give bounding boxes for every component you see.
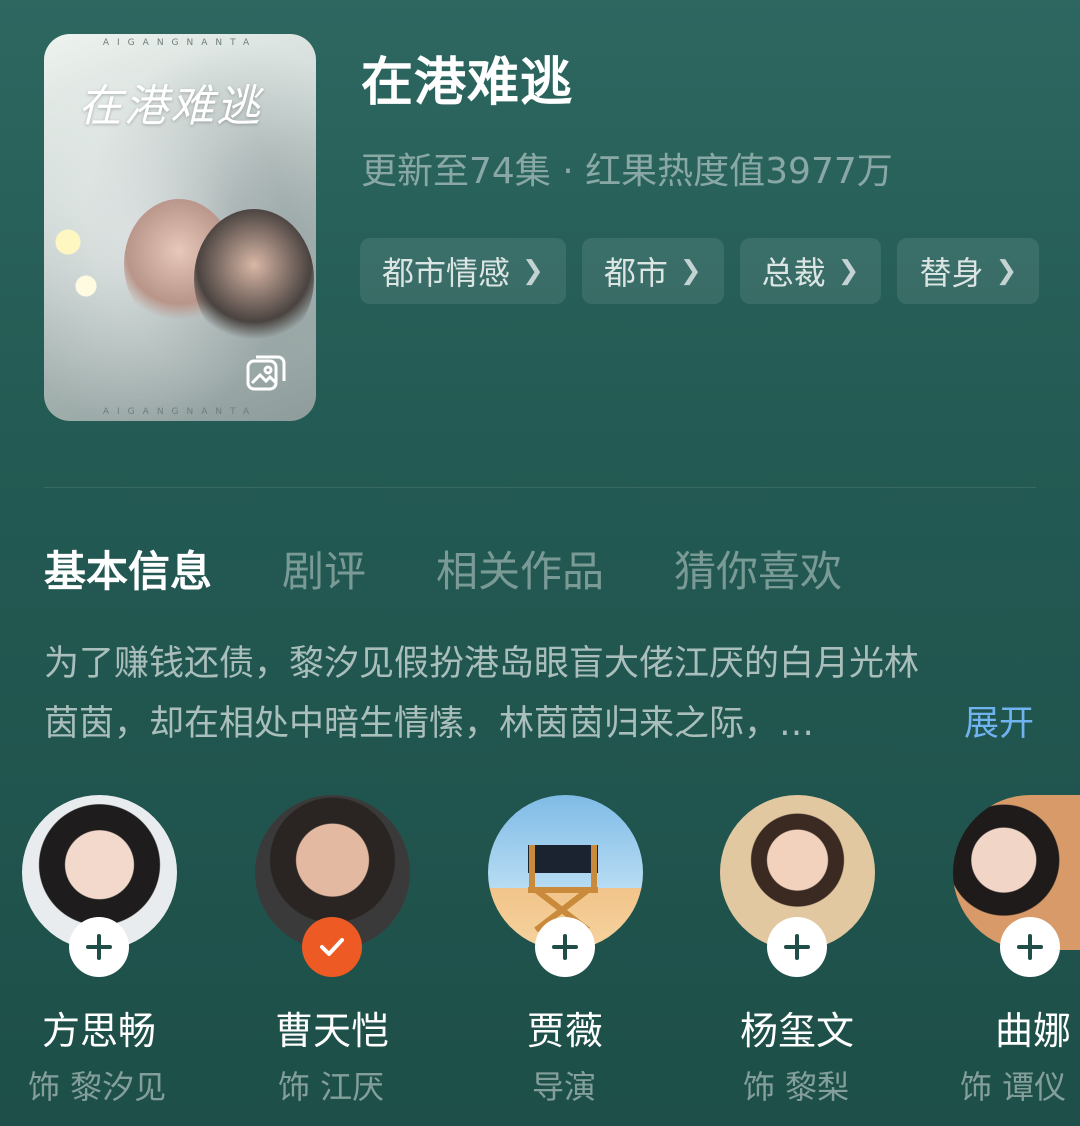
tag-label: 替身 xyxy=(919,254,984,292)
chevron-right-icon: ❯ xyxy=(995,256,1018,286)
gallery-icon[interactable] xyxy=(244,351,288,395)
poster-flowers xyxy=(50,209,110,319)
tag-chip[interactable]: 总裁 ❯ xyxy=(739,238,882,304)
plus-icon xyxy=(86,934,112,960)
drama-poster[interactable]: AIGANGNANTA 在港难逃 AIGANGNANTA xyxy=(44,34,316,421)
follow-button[interactable] xyxy=(1000,917,1060,977)
cast-name[interactable]: 方思畅 xyxy=(42,1000,156,1055)
cast-role: 饰 黎梨 xyxy=(743,1068,850,1106)
tag-chip[interactable]: 都市 ❯ xyxy=(581,238,724,304)
cast-role: 饰 江厌 xyxy=(278,1068,385,1106)
cast-role: 饰 黎汐见 xyxy=(28,1068,167,1106)
tag-chip[interactable]: 都市情感 ❯ xyxy=(360,238,566,304)
synopsis-line: 茵茵，却在相处中暗生情愫，林茵茵归来之际，… xyxy=(44,704,815,744)
chevron-right-icon: ❯ xyxy=(522,256,544,286)
check-icon xyxy=(320,938,344,956)
cast-name[interactable]: 贾薇 xyxy=(527,1000,603,1055)
section-divider xyxy=(44,487,1036,488)
following-button[interactable] xyxy=(302,917,362,977)
synopsis: 为了赚钱还债，黎汐见假扮港岛眼盲大佬江厌的白月光林 茵茵，却在相处中暗生情愫，林… xyxy=(44,634,1034,754)
tag-label: 总裁 xyxy=(761,254,826,292)
plus-icon xyxy=(552,934,578,960)
tag-chip[interactable]: 替身 ❯ xyxy=(897,238,1040,304)
plus-icon xyxy=(784,934,810,960)
cast-name[interactable]: 曹天恺 xyxy=(275,1000,389,1055)
follow-button[interactable] xyxy=(767,917,827,977)
follow-button[interactable] xyxy=(535,917,595,977)
drama-title: 在港难逃 xyxy=(361,53,574,113)
plus-icon xyxy=(1017,934,1043,960)
tab-reviews[interactable]: 剧评 xyxy=(282,538,366,599)
tag-label: 都市情感 xyxy=(382,254,511,292)
tab-recommendations[interactable]: 猜你喜欢 xyxy=(674,538,842,599)
chevron-right-icon: ❯ xyxy=(837,256,860,286)
cast-role: 饰 谭仪 xyxy=(960,1068,1067,1106)
cast-name[interactable]: 杨玺文 xyxy=(740,1000,854,1055)
drama-meta: 更新至74集 · 红果热度值3977万 xyxy=(361,151,893,192)
poster-figure-male xyxy=(194,209,314,349)
poster-title-art: 在港难逃 xyxy=(78,81,262,132)
genre-tags: 都市情感 ❯ 都市 ❯ 总裁 ❯ 替身 ❯ xyxy=(360,238,1040,304)
expand-link[interactable]: 展开 xyxy=(964,694,1034,754)
detail-tabs: 基本信息 剧评 相关作品 猜你喜欢 xyxy=(44,538,912,599)
chevron-right-icon: ❯ xyxy=(679,256,702,286)
tag-label: 都市 xyxy=(603,254,668,292)
follow-button[interactable] xyxy=(69,917,129,977)
tab-basic-info[interactable]: 基本信息 xyxy=(44,538,212,599)
cast-name[interactable]: 曲娜 xyxy=(995,1000,1080,1055)
synopsis-line: 为了赚钱还债，黎汐见假扮港岛眼盲大佬江厌的白月光林 xyxy=(44,644,920,684)
poster-top-caption: AIGANGNANTA xyxy=(102,38,258,48)
tab-related-works[interactable]: 相关作品 xyxy=(436,538,604,599)
cast-role: 导演 xyxy=(532,1068,597,1106)
poster-bottom-caption: AIGANGNANTA xyxy=(102,407,258,417)
